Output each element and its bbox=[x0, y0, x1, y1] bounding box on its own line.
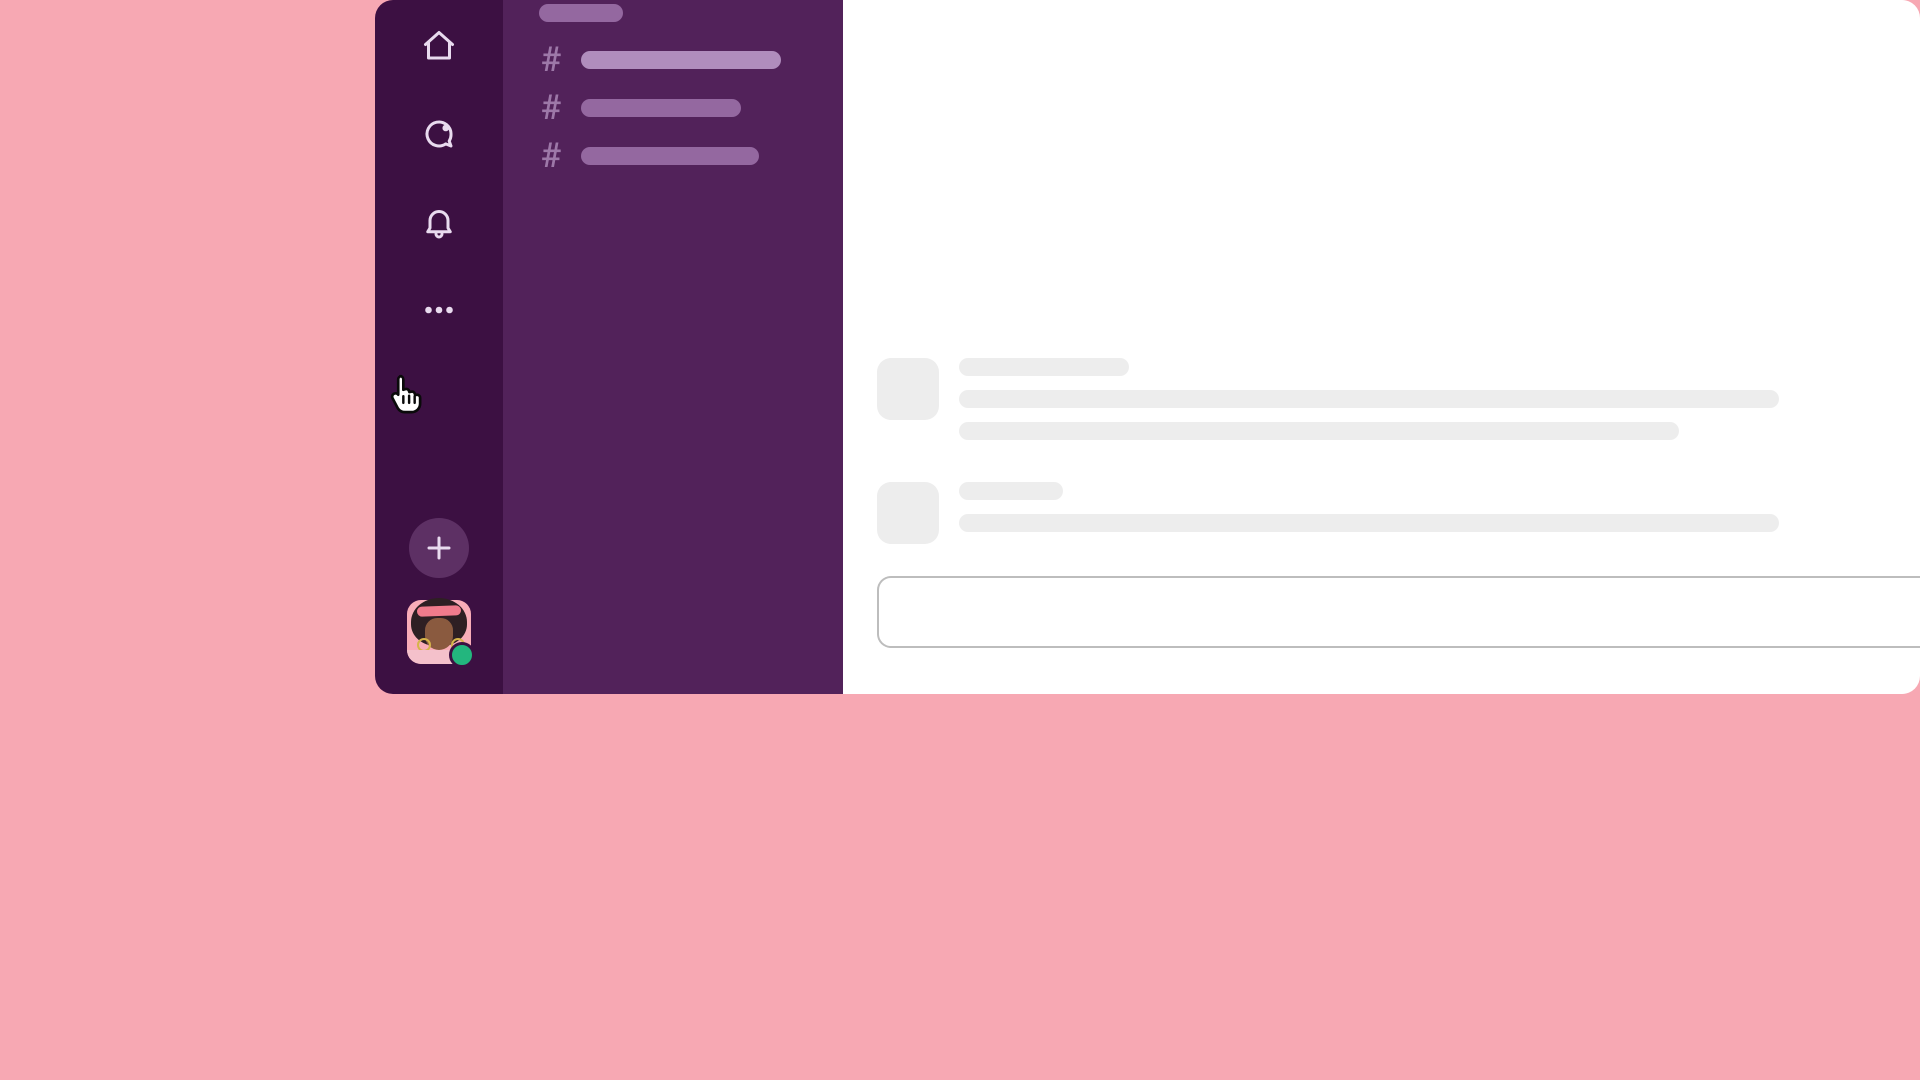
bell-icon[interactable] bbox=[421, 204, 457, 240]
channel-section-header[interactable] bbox=[539, 4, 623, 22]
nav-rail bbox=[375, 0, 503, 694]
channel-name-placeholder bbox=[581, 147, 759, 165]
channel-name-placeholder bbox=[581, 99, 741, 117]
add-button[interactable] bbox=[409, 518, 469, 578]
hash-icon: # bbox=[539, 43, 563, 77]
channel-item[interactable]: # bbox=[503, 132, 843, 180]
message-author-placeholder bbox=[959, 358, 1129, 376]
message-avatar[interactable] bbox=[877, 358, 939, 420]
message-body bbox=[959, 482, 1779, 544]
hash-icon: # bbox=[539, 139, 563, 173]
channel-item[interactable]: # bbox=[503, 36, 843, 84]
avatar-headband bbox=[417, 605, 461, 617]
message-text-placeholder bbox=[959, 390, 1779, 408]
ellipsis-icon[interactable] bbox=[421, 292, 457, 328]
presence-indicator bbox=[449, 642, 475, 668]
message-composer[interactable] bbox=[877, 576, 1920, 648]
channel-sidebar: # # # bbox=[503, 0, 843, 694]
dm-icon[interactable] bbox=[421, 116, 457, 152]
channel-item[interactable]: # bbox=[503, 84, 843, 132]
user-avatar[interactable] bbox=[407, 600, 471, 664]
message-item bbox=[877, 358, 1779, 440]
message-pane bbox=[843, 0, 1920, 694]
message-author-placeholder bbox=[959, 482, 1063, 500]
message-body bbox=[959, 358, 1779, 440]
app-window: # # # bbox=[375, 0, 1920, 694]
message-avatar[interactable] bbox=[877, 482, 939, 544]
message-text-placeholder bbox=[959, 422, 1679, 440]
channel-name-placeholder bbox=[581, 51, 781, 69]
home-icon[interactable] bbox=[421, 28, 457, 64]
message-item bbox=[877, 482, 1779, 544]
hash-icon: # bbox=[539, 91, 563, 125]
message-text-placeholder bbox=[959, 514, 1779, 532]
